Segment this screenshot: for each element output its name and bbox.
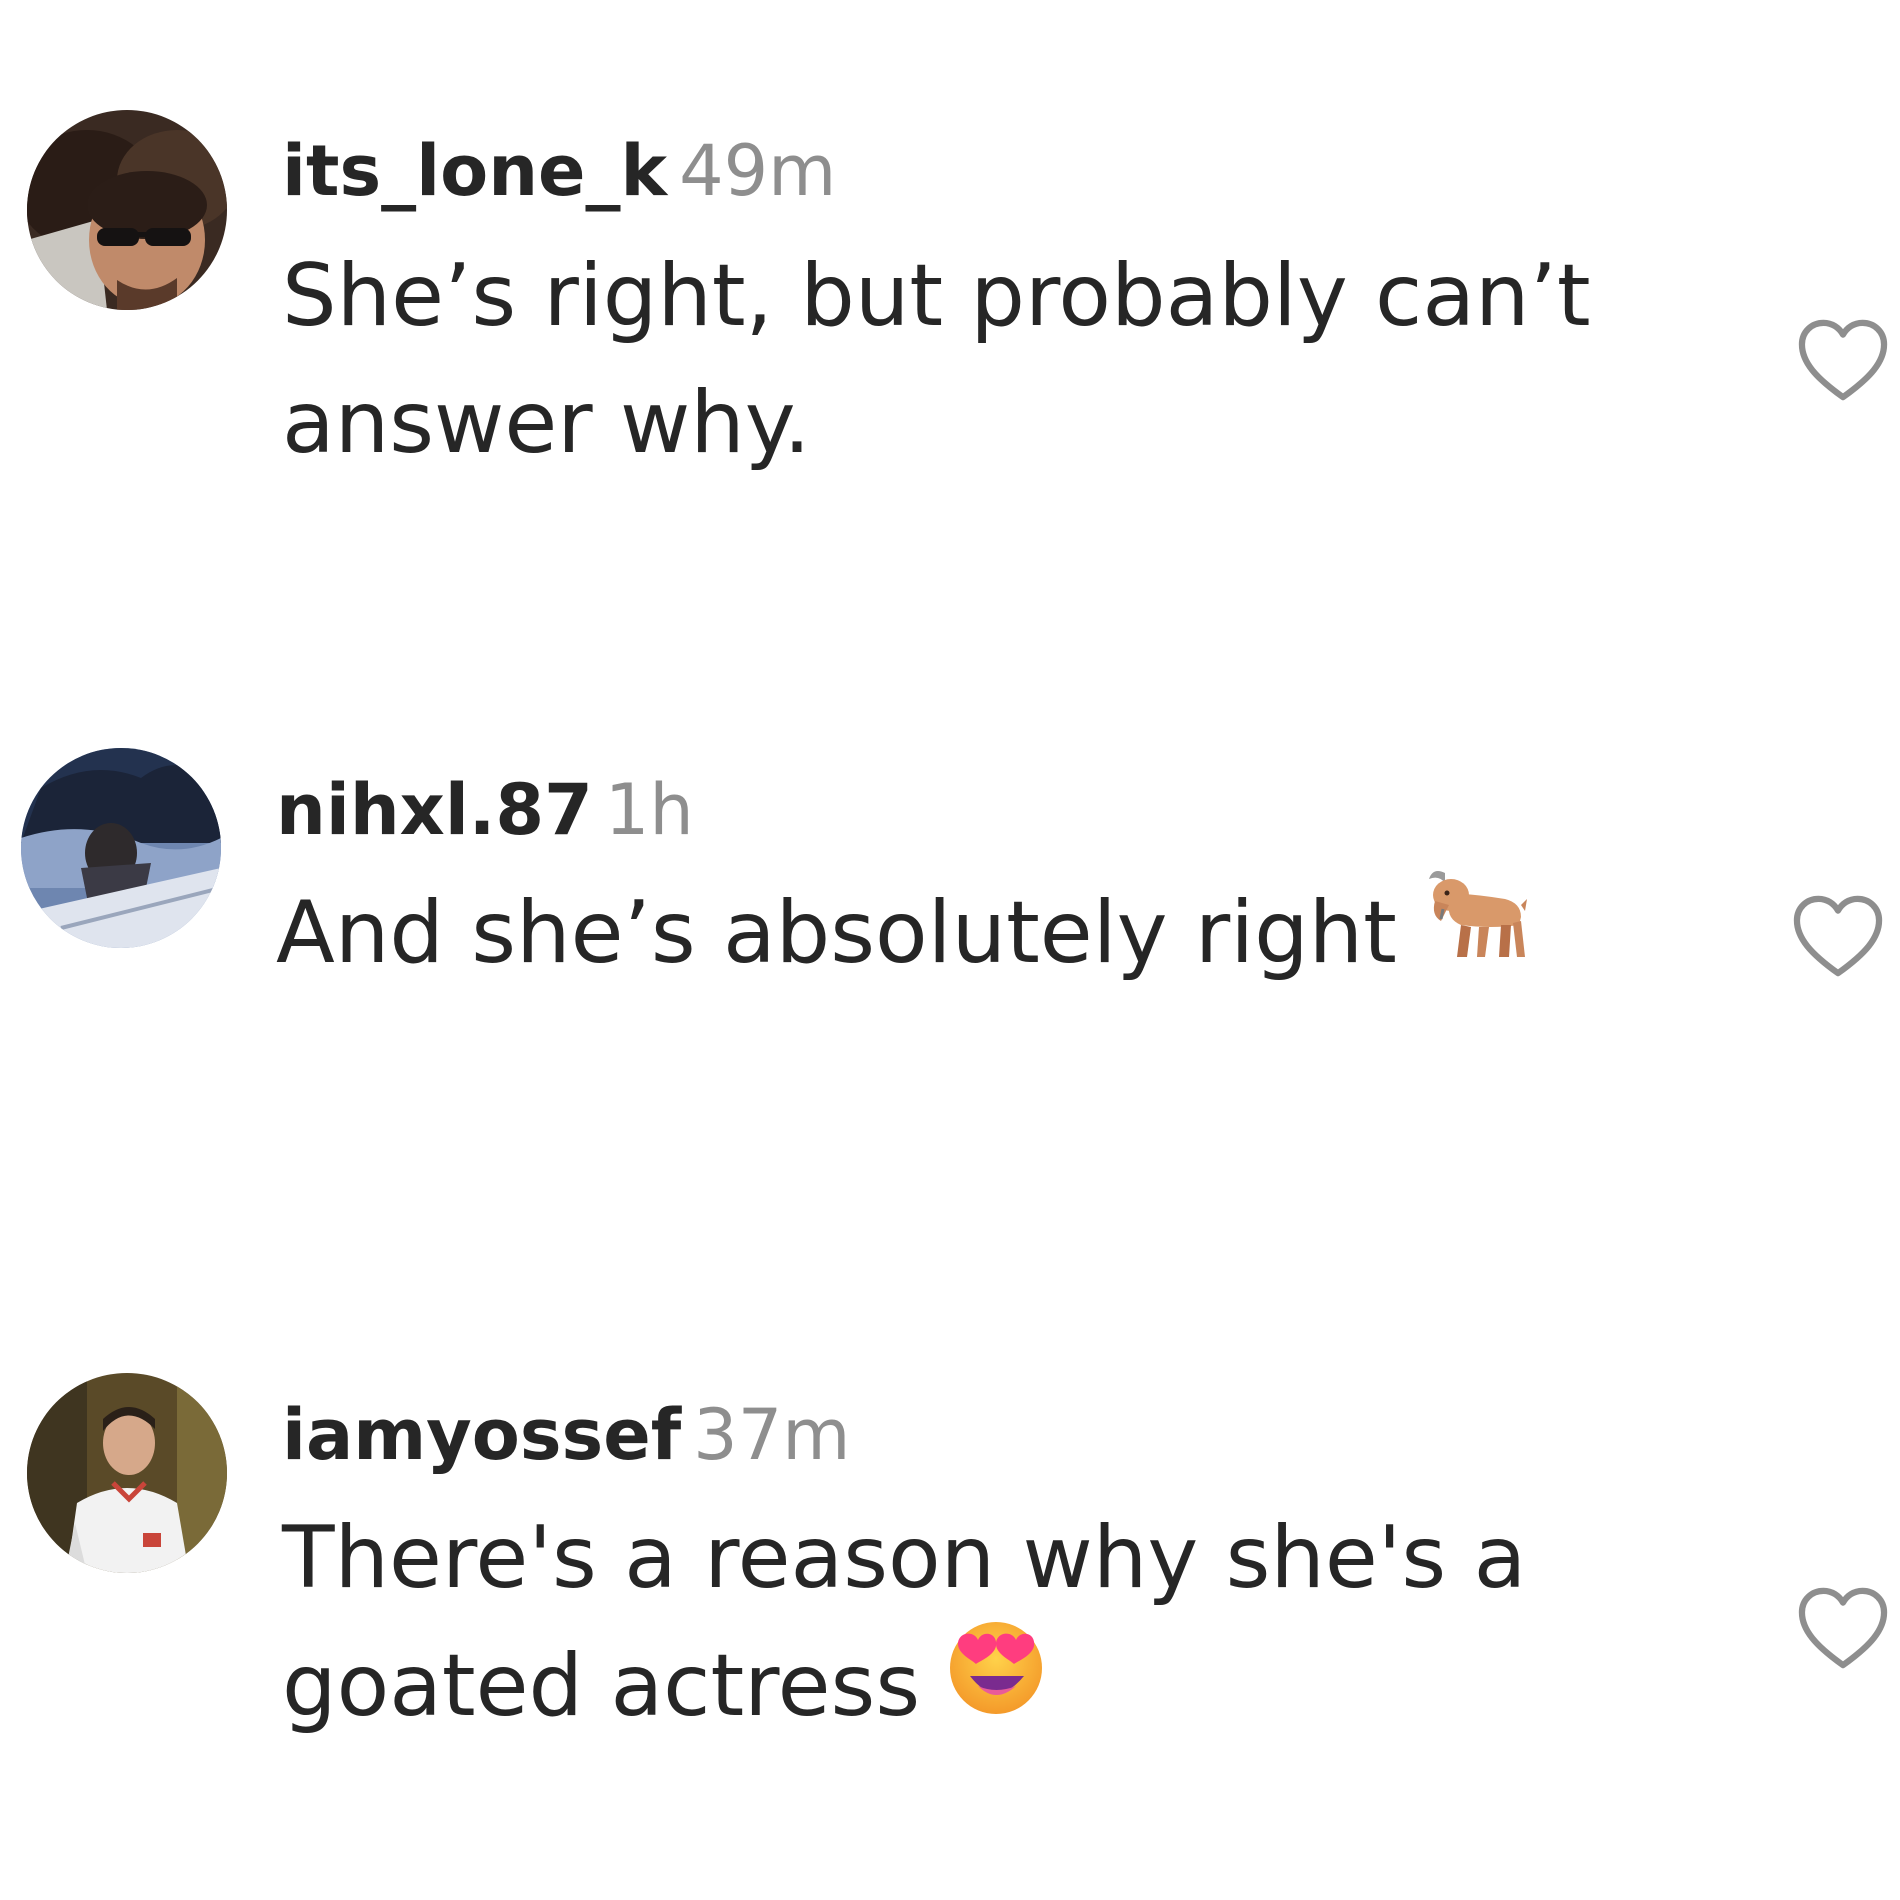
- comment-text-line: She’s right, but probably can’t: [282, 246, 1591, 346]
- username-link[interactable]: its_lone_k: [282, 130, 667, 212]
- username-link[interactable]: nihxl.87: [276, 769, 593, 851]
- username-link[interactable]: iamyossef: [282, 1394, 681, 1476]
- comment-text: And she’s absolutely right: [276, 870, 1529, 1004]
- avatar[interactable]: [21, 748, 221, 948]
- comment-meta: nihxl.87 1h: [276, 775, 694, 845]
- comment-text: She’s right, but probably can’t answer w…: [282, 233, 1591, 487]
- avatar-man-sunglasses-icon: [27, 110, 227, 310]
- heart-outline-icon: [1798, 1587, 1888, 1669]
- comment-meta: its_lone_k 49m: [282, 136, 836, 206]
- avatar-person-white-shirt-icon: [27, 1373, 227, 1573]
- comment-text-line: answer why.: [282, 373, 811, 473]
- avatar[interactable]: [27, 1373, 227, 1573]
- heart-outline-icon: [1798, 319, 1888, 401]
- avatar-car-window-icon: [21, 748, 221, 948]
- comment-text-line: And she’s absolutely right: [276, 870, 1529, 1004]
- heart-outline-icon: [1793, 895, 1883, 977]
- comment-timestamp[interactable]: 1h: [605, 769, 694, 851]
- comment-text-line: goated actress: [282, 1622, 1526, 1761]
- heart-eyes-face-icon: [944, 1614, 1048, 1753]
- like-button[interactable]: [1795, 317, 1891, 403]
- comment-meta: iamyossef 37m: [282, 1400, 850, 1470]
- comment-timestamp[interactable]: 49m: [679, 130, 836, 212]
- goat-icon: [1421, 865, 1529, 996]
- comment-text-line: There's a reason why she's a: [282, 1508, 1527, 1608]
- comment-text: There's a reason why she's a goated actr…: [282, 1495, 1526, 1761]
- avatar[interactable]: [27, 110, 227, 310]
- comment-text-span: goated actress: [282, 1635, 921, 1736]
- comment-text-span: And she’s absolutely right: [276, 883, 1397, 983]
- comment-timestamp[interactable]: 37m: [693, 1394, 850, 1476]
- like-button[interactable]: [1795, 1585, 1891, 1671]
- like-button[interactable]: [1790, 893, 1886, 979]
